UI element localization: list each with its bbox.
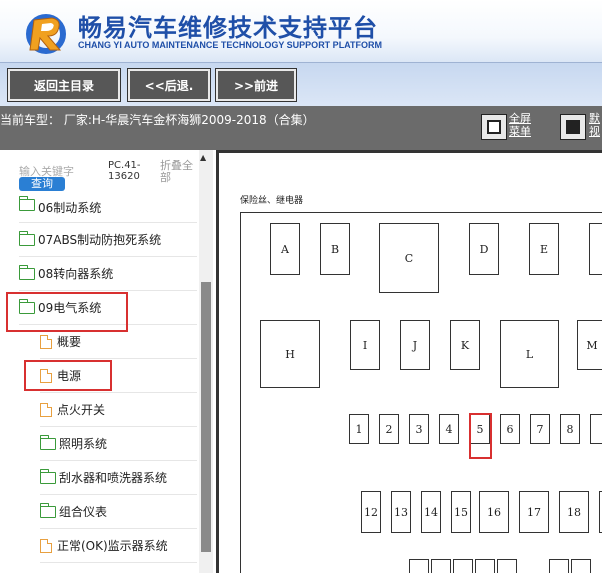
default-label-line2: 视 (589, 125, 600, 138)
fuse-12: 12 (361, 491, 381, 533)
fuse-15: 15 (451, 491, 471, 533)
brand-subtitle: CHANG YI AUTO MAINTENANCE TECHNOLOGY SUP… (78, 40, 383, 50)
fuse-17: 17 (519, 491, 549, 533)
folder-icon (40, 434, 56, 450)
app-header: 畅易汽车维修技术支持平台 CHANG YI AUTO MAINTENANCE T… (0, 0, 602, 62)
sidebar-scrollbar-thumb[interactable] (201, 282, 211, 552)
diagram-title: 保险丝、继电器 (240, 196, 304, 206)
folder-icon (19, 196, 35, 211)
scroll-up-icon[interactable]: ▲ (200, 153, 206, 162)
highlight-box-electrical (6, 292, 128, 332)
tree-item-label: 组合仪表 (59, 505, 108, 519)
fuse-2: 2 (379, 414, 399, 444)
nav-toolbar: 返回主目录 <<后退. >>前进 (0, 62, 602, 106)
home-button[interactable]: 返回主目录 (7, 68, 121, 102)
fuse-row3-1 (409, 559, 429, 573)
folder-icon (40, 468, 56, 484)
fuse-18: 18 (559, 491, 589, 533)
relay-a: A (270, 223, 300, 275)
tree-item-label: 刮水器和喷洗器系统 (59, 471, 168, 485)
back-button[interactable]: <<后退. (127, 68, 211, 102)
highlight-box-power (24, 360, 112, 391)
default-view-icon[interactable] (560, 114, 586, 140)
relay-i: I (350, 320, 380, 370)
tree-item-ignition[interactable]: 点火开关 (40, 393, 197, 427)
folder-icon (19, 230, 35, 246)
relay-c: C (379, 223, 439, 293)
tree-item-cluster[interactable]: 组合仪表 (40, 495, 197, 529)
fuse-9 (590, 414, 602, 444)
collapse-line2: 部 (160, 171, 171, 184)
fullscreen-menu-link[interactable]: 全屏 菜单 (509, 112, 531, 138)
fuse-row3-6 (549, 559, 569, 573)
fuse-row3-2 (431, 559, 451, 573)
tree-item-lighting[interactable]: 照明系统 (40, 427, 197, 461)
collapse-all-link[interactable]: 折叠全 部 (160, 160, 200, 184)
fullscreen-icon[interactable] (481, 114, 507, 140)
default-view-link[interactable]: 默 视 (589, 112, 600, 138)
pc-code-line2: 13620 (108, 171, 140, 182)
relay-m: M (577, 320, 602, 370)
pc-code-line1: PC.41- (108, 160, 141, 171)
brand-title: 畅易汽车维修技术支持平台 (78, 14, 378, 42)
tree-item-label: 06制动系统 (38, 201, 102, 215)
tree-item-abs[interactable]: 07ABS制动防抱死系统 (19, 223, 197, 257)
document-icon (40, 402, 52, 417)
document-icon (40, 334, 52, 349)
search-button[interactable]: 查询 (19, 177, 65, 191)
fuse-row3-3 (453, 559, 473, 573)
current-model-text: 当前车型： 厂家:H-华晨汽车金杯海狮2009-2018（合集） (0, 113, 315, 127)
relay-j: J (400, 320, 430, 370)
relay-k: K (450, 320, 480, 370)
fuse-16: 16 (479, 491, 509, 533)
tree-item-label: 点火开关 (57, 403, 106, 417)
relay-e: E (529, 223, 559, 275)
fuse-13: 13 (391, 491, 411, 533)
default-label-line1: 默 (589, 112, 600, 125)
fuse-4: 4 (439, 414, 459, 444)
diagram-viewer: 保险丝、继电器 A B C D E H I J K L M 1 2 3 4 5 … (216, 150, 602, 573)
fuse-14: 14 (421, 491, 441, 533)
tree-item-label: 08转向器系统 (38, 267, 114, 281)
fuse-row3-4 (475, 559, 495, 573)
forward-button[interactable]: >>前进 (215, 68, 297, 102)
folder-icon (19, 264, 35, 280)
tree-item-label: 07ABS制动防抱死系统 (38, 233, 162, 247)
tree-item-steering[interactable]: 08转向器系统 (19, 257, 197, 291)
relay-l: L (500, 320, 559, 388)
fuse-7: 7 (530, 414, 550, 444)
brand-logo-icon (26, 14, 66, 54)
model-bar: 当前车型： 厂家:H-华晨汽车金杯海狮2009-2018（合集） 全屏 菜单 默… (0, 106, 602, 150)
fullscreen-label-line1: 全屏 (509, 112, 531, 125)
relay-d: D (469, 223, 499, 275)
fuse-3: 3 (409, 414, 429, 444)
fuse-8: 8 (560, 414, 580, 444)
fuse-row3-7 (571, 559, 591, 573)
fuse-1: 1 (349, 414, 369, 444)
tree-item-label: 正常(OK)监示器系统 (57, 539, 168, 553)
highlight-box-fuse-5 (469, 413, 492, 459)
tree-item-label: 概要 (57, 335, 82, 349)
fuse-6: 6 (500, 414, 520, 444)
relay-f (589, 223, 602, 275)
tree-item-label: 照明系统 (59, 437, 108, 451)
relay-h: H (260, 320, 320, 388)
tree-item-ok-monitor[interactable]: 正常(OK)监示器系统 (40, 529, 197, 563)
tree-item-brake[interactable]: 06制动系统 (19, 190, 197, 223)
folder-icon (40, 502, 56, 518)
pc-code: PC.41- 13620 (108, 160, 141, 182)
sidebar-tree: 输入关键字 查询 PC.41- 13620 折叠全 部 06制动系统 07ABS… (0, 150, 214, 573)
fullscreen-label-line2: 菜单 (509, 125, 531, 138)
relay-b: B (320, 223, 350, 275)
fuse-row3-5 (497, 559, 517, 573)
document-icon (40, 538, 52, 553)
tree-item-wiper[interactable]: 刮水器和喷洗器系统 (40, 461, 197, 495)
